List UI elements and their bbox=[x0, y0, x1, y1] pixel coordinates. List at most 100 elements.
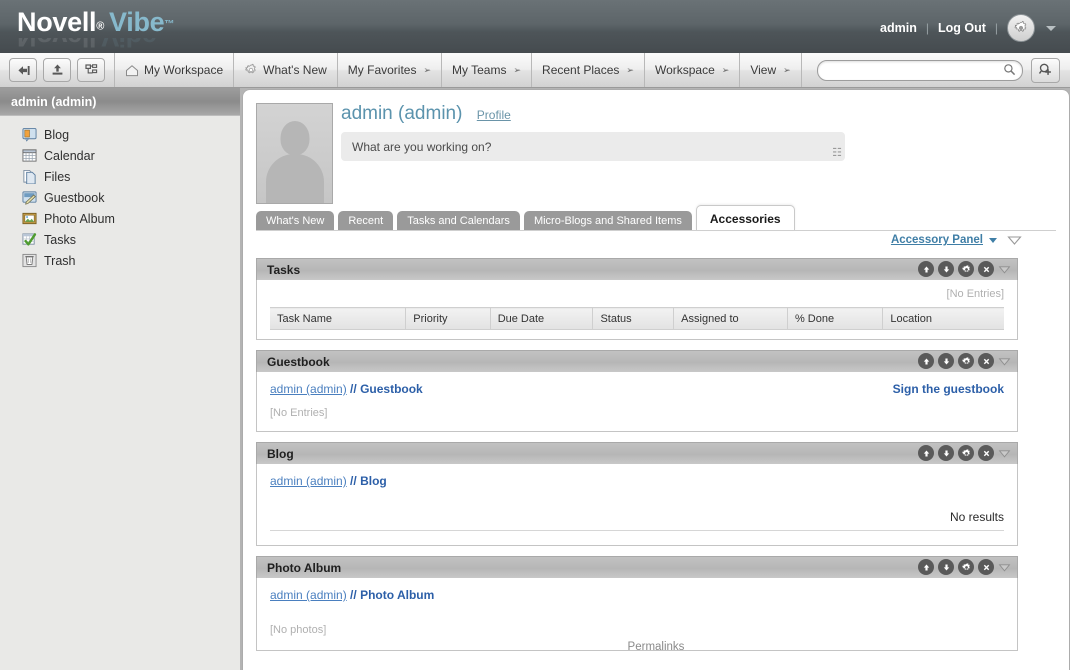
app-root: Novell®Vibe™ NovellVibe admin | Log Out … bbox=[0, 0, 1070, 670]
menu-arrow-icon: ➢ bbox=[513, 65, 521, 76]
move-down-icon[interactable] bbox=[938, 261, 954, 277]
tasks-empty-row: [No Entries] bbox=[270, 286, 1004, 300]
sidebar-item-tasks[interactable]: Tasks bbox=[22, 229, 240, 250]
configure-icon[interactable] bbox=[958, 353, 974, 369]
blog-icon bbox=[22, 127, 37, 142]
search-plus-icon bbox=[1038, 62, 1054, 78]
close-icon[interactable] bbox=[978, 559, 994, 575]
sidebar-list: Blog Calendar Files bbox=[0, 116, 240, 271]
search-icon[interactable] bbox=[1003, 63, 1016, 79]
tab-tasks-and-calendars[interactable]: Tasks and Calendars bbox=[397, 211, 520, 231]
triangle-down-solid-icon[interactable] bbox=[989, 238, 997, 243]
configure-icon[interactable] bbox=[958, 559, 974, 575]
sign-the-guestbook-link[interactable]: Sign the guestbook bbox=[893, 382, 1004, 396]
sidebar-item-blog[interactable]: Blog bbox=[22, 124, 240, 145]
column-header-due-date[interactable]: Due Date bbox=[490, 308, 593, 330]
sidebar-item-files[interactable]: Files bbox=[22, 166, 240, 187]
registered-mark: ® bbox=[96, 20, 104, 32]
collapse-icon[interactable] bbox=[998, 563, 1011, 572]
resize-handle-icon[interactable]: ☷ bbox=[832, 148, 842, 159]
breadcrumb-target-link[interactable]: Blog bbox=[360, 474, 387, 488]
panel-guestbook: Guestbook admin (admin) // Guestbook bbox=[256, 350, 1018, 432]
permalinks-link[interactable]: Permalinks bbox=[243, 641, 1069, 653]
tab-bar: What's New Recent Tasks and Calendars Mi… bbox=[256, 205, 795, 231]
breadcrumb-owner-link[interactable]: admin (admin) bbox=[270, 588, 347, 602]
workspace-tree-button[interactable] bbox=[77, 58, 105, 82]
back-to-workspace-button[interactable] bbox=[9, 58, 37, 82]
guestbook-icon bbox=[22, 190, 37, 205]
close-icon[interactable] bbox=[978, 445, 994, 461]
close-icon[interactable] bbox=[978, 261, 994, 277]
column-header-percent-done[interactable]: % Done bbox=[787, 308, 882, 330]
nav-item-my-favorites[interactable]: My Favorites ➢ bbox=[338, 53, 442, 87]
menu-arrow-icon: ➢ bbox=[783, 65, 791, 76]
nav-item-my-teams[interactable]: My Teams ➢ bbox=[442, 53, 532, 87]
column-header-task-name[interactable]: Task Name bbox=[270, 308, 406, 330]
tab-underline bbox=[256, 230, 1056, 231]
log-out-link[interactable]: Log Out bbox=[938, 21, 986, 35]
profile-details: admin (admin) Profile What are you worki… bbox=[341, 103, 851, 161]
move-down-icon[interactable] bbox=[938, 353, 954, 369]
move-down-icon[interactable] bbox=[938, 559, 954, 575]
nav-item-workspace[interactable]: Workspace ➢ bbox=[645, 53, 740, 87]
profile-link[interactable]: Profile bbox=[477, 108, 511, 122]
configure-icon[interactable] bbox=[958, 445, 974, 461]
menu-arrow-icon: ➢ bbox=[423, 65, 431, 76]
photo-album-empty-row: [No photos] bbox=[270, 622, 1004, 636]
sidebar-item-guestbook[interactable]: Guestbook bbox=[22, 187, 240, 208]
column-header-priority[interactable]: Priority bbox=[406, 308, 490, 330]
logo-reflection-product: Vibe bbox=[101, 38, 156, 52]
guestbook-empty-row: [No Entries] bbox=[270, 405, 1004, 419]
chevron-down-icon[interactable] bbox=[1046, 26, 1056, 31]
move-up-icon[interactable] bbox=[918, 353, 934, 369]
sidebar: admin (admin) Blog Calendar bbox=[0, 88, 243, 670]
logo-reflection-brand: Novell bbox=[17, 38, 96, 52]
collapse-icon[interactable] bbox=[998, 357, 1011, 366]
status-input-box[interactable]: What are you working on? ☷ bbox=[341, 132, 845, 161]
nav-item-whats-new[interactable]: What's New bbox=[234, 53, 338, 87]
sidebar-item-label: Guestbook bbox=[44, 191, 104, 205]
panel-actions bbox=[918, 445, 1011, 461]
status-placeholder: What are you working on? bbox=[352, 140, 491, 154]
breadcrumb-owner-link[interactable]: admin (admin) bbox=[270, 382, 347, 396]
breadcrumb-target-link[interactable]: Photo Album bbox=[360, 588, 434, 602]
search-input[interactable] bbox=[817, 60, 1023, 81]
breadcrumb-separator: // bbox=[350, 588, 357, 602]
tab-label: Recent bbox=[348, 215, 383, 227]
tab-recent[interactable]: Recent bbox=[338, 211, 393, 231]
nav-item-recent-places[interactable]: Recent Places ➢ bbox=[532, 53, 645, 87]
profile-title-row: admin (admin) Profile bbox=[341, 103, 851, 125]
sidebar-item-trash[interactable]: Trash bbox=[22, 250, 240, 271]
collapse-icon[interactable] bbox=[998, 449, 1011, 458]
accessory-panel-link[interactable]: Accessory Panel bbox=[891, 234, 983, 246]
nav-label: Workspace bbox=[655, 63, 715, 77]
close-icon[interactable] bbox=[978, 353, 994, 369]
collapse-icon[interactable] bbox=[998, 265, 1011, 274]
breadcrumb-separator: // bbox=[350, 382, 357, 396]
avatar[interactable] bbox=[256, 103, 333, 204]
logo-reflection: Novell Vibe bbox=[17, 38, 157, 52]
tab-whats-new[interactable]: What's New bbox=[256, 211, 334, 231]
advanced-search-button[interactable] bbox=[1031, 58, 1060, 83]
sidebar-item-calendar[interactable]: Calendar bbox=[22, 145, 240, 166]
settings-gear-button[interactable] bbox=[1007, 14, 1035, 42]
nav-item-view[interactable]: View ➢ bbox=[740, 53, 801, 87]
sidebar-item-photo-album[interactable]: Photo Album bbox=[22, 208, 240, 229]
breadcrumb-target-link[interactable]: Guestbook bbox=[360, 382, 423, 396]
nav-label: My Favorites bbox=[348, 63, 417, 77]
column-header-assigned-to[interactable]: Assigned to bbox=[674, 308, 788, 330]
column-header-location[interactable]: Location bbox=[883, 308, 1004, 330]
column-header-status[interactable]: Status bbox=[593, 308, 674, 330]
move-up-icon[interactable] bbox=[918, 261, 934, 277]
tab-micro-blogs-and-shared-items[interactable]: Micro-Blogs and Shared Items bbox=[524, 211, 692, 231]
breadcrumb-owner-link[interactable]: admin (admin) bbox=[270, 474, 347, 488]
move-down-icon[interactable] bbox=[938, 445, 954, 461]
upload-button[interactable] bbox=[43, 58, 71, 82]
move-up-icon[interactable] bbox=[918, 445, 934, 461]
move-up-icon[interactable] bbox=[918, 559, 934, 575]
nav-item-my-workspace[interactable]: My Workspace bbox=[115, 53, 234, 87]
tab-accessories[interactable]: Accessories bbox=[696, 205, 795, 231]
triangle-down-outline-icon[interactable] bbox=[1007, 235, 1022, 245]
configure-icon[interactable] bbox=[958, 261, 974, 277]
panel-title: Tasks bbox=[267, 263, 300, 277]
